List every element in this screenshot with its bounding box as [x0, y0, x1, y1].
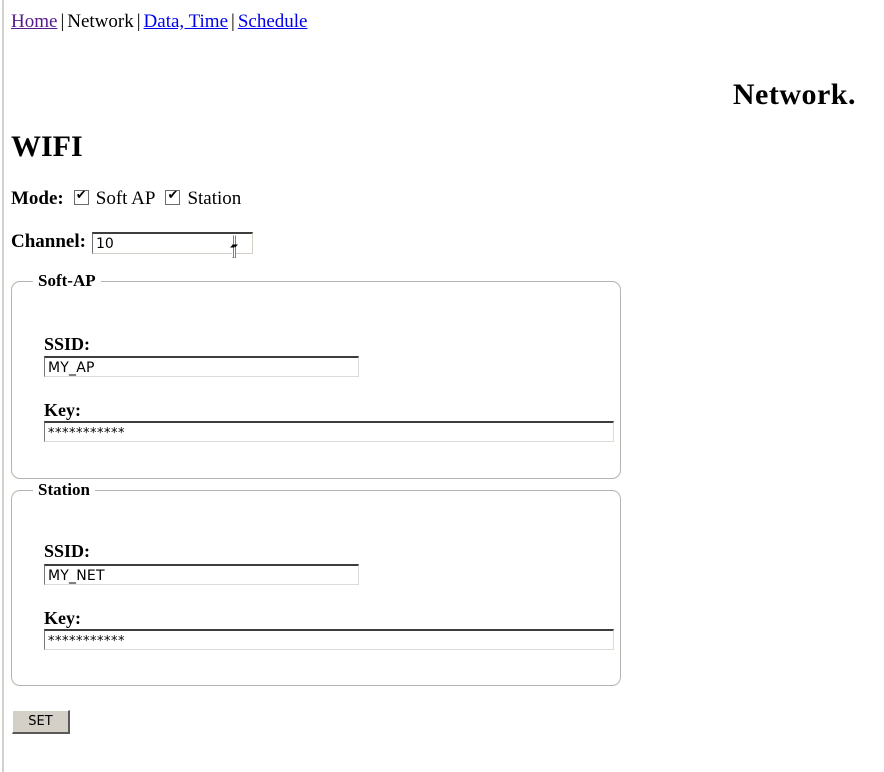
channel-label: Channel: [11, 231, 86, 252]
soft-ap-key-label: Key: [44, 400, 81, 420]
mode-label: Mode: [11, 188, 64, 209]
channel-input-value: 10 [95, 235, 114, 252]
soft-ap-fieldset: Soft-AP SSID: MY_AP Key: *********** [11, 271, 621, 479]
checkbox-soft-ap[interactable]: ✔ [73, 188, 89, 205]
nav-link-schedule[interactable]: Schedule [238, 11, 308, 32]
station-legend: Station [33, 480, 95, 500]
page-title: Network. [732, 78, 856, 111]
nav-link-data-time[interactable]: Data, Time [144, 11, 228, 32]
soft-ap-legend: Soft-AP [33, 271, 101, 291]
wifi-channel-row: Channel: 10 [11, 230, 253, 258]
page-content: Home | Network | Data, Time | Schedule Network… [11, 0, 884, 772]
channel-number-input[interactable]: 10 [91, 231, 253, 258]
checkmark-icon: ✔ [167, 188, 179, 203]
checkmark-icon: ✔ [75, 188, 87, 203]
checkbox-label-station: Station [187, 188, 242, 209]
wifi-section-heading: WIFI [11, 130, 83, 163]
main-navigation: Home | Network | Data, Time | Schedule [11, 10, 307, 34]
soft-ap-key-value: *********** [48, 426, 125, 441]
station-ssid-label: SSID: [44, 541, 91, 561]
nav-separator-1: | [60, 11, 65, 32]
station-ssid-input[interactable]: MY_NET [44, 564, 359, 585]
soft-ap-key-input[interactable]: *********** [44, 421, 614, 442]
soft-ap-ssid-input[interactable]: MY_AP [44, 356, 359, 377]
station-key-label: Key: [44, 608, 81, 628]
page-left-edge-rule [2, 0, 4, 772]
set-button[interactable]: SET [12, 710, 70, 734]
station-key-input[interactable]: *********** [44, 629, 614, 650]
spinner-down-icon[interactable] [231, 234, 238, 258]
nav-separator-3: | [231, 11, 235, 32]
nav-separator-2: | [136, 11, 141, 32]
nav-link-home[interactable]: Home [11, 11, 57, 32]
station-key-value: *********** [48, 634, 125, 649]
wifi-mode-row: Mode: ✔ Soft AP ✔ Station [11, 188, 241, 210]
checkbox-label-soft-ap: Soft AP [95, 188, 156, 209]
station-fieldset: Station SSID: MY_NET Key: *********** [11, 480, 621, 686]
checkbox-station[interactable]: ✔ [165, 188, 181, 205]
channel-spinner [229, 234, 251, 258]
nav-current-network: Network [67, 11, 134, 32]
soft-ap-ssid-value: MY_AP [48, 360, 95, 376]
station-ssid-value: MY_NET [48, 568, 105, 584]
soft-ap-ssid-label: SSID: [44, 334, 91, 354]
